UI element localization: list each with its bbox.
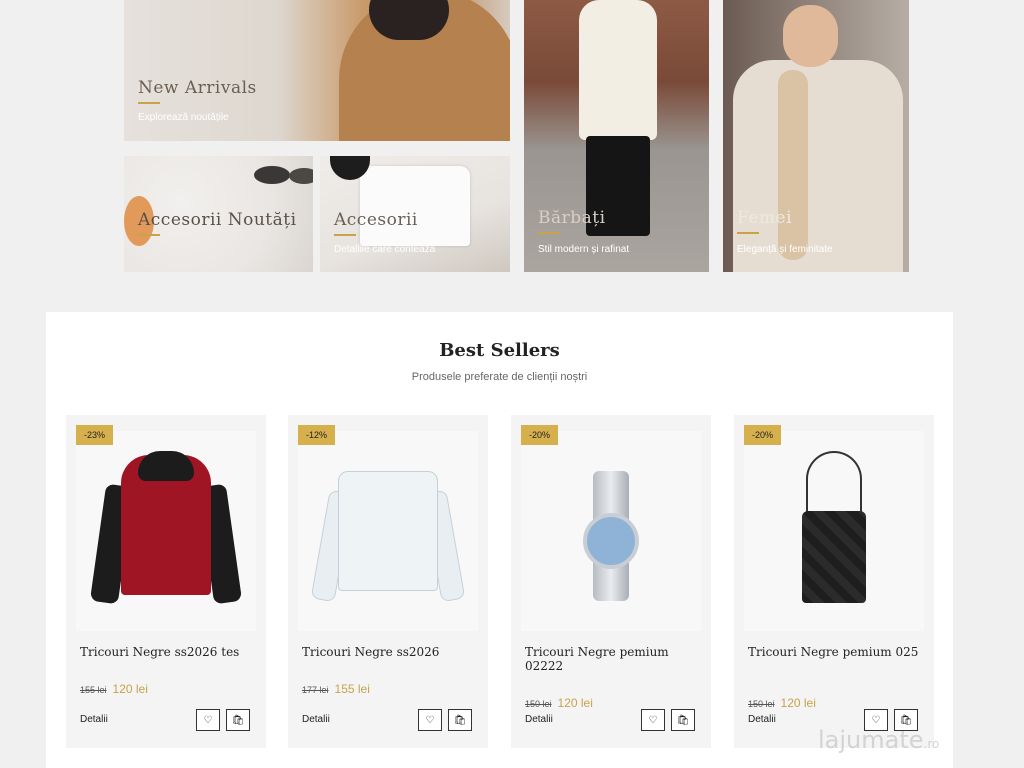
old-price: 150 lei <box>525 699 552 709</box>
tshirt-photo-shape <box>360 166 470 246</box>
watermark-suffix: .ro <box>923 737 940 751</box>
wishlist-button[interactable]: ♡ <box>641 709 665 731</box>
details-link[interactable]: Detalii <box>302 714 330 725</box>
title-underline <box>538 232 560 234</box>
title-underline <box>737 232 759 234</box>
discount-badge: -12% <box>298 425 336 445</box>
heart-icon: ♡ <box>203 714 213 726</box>
fur-trim-photo-shape <box>778 70 808 260</box>
model-face-photo-shape <box>783 5 838 67</box>
model-hair-shape <box>369 0 449 40</box>
wishlist-button[interactable]: ♡ <box>418 709 442 731</box>
category-tile-women[interactable]: Femei Eleganță și feminitate <box>723 0 909 272</box>
product-image[interactable] <box>298 431 478 631</box>
heart-icon: ♡ <box>425 714 435 726</box>
hoodie-hood-shape <box>138 451 194 481</box>
category-tile-accessories[interactable]: Accesorii Detaliile care contează <box>320 156 510 272</box>
discount-badge: -20% <box>521 425 559 445</box>
product-name[interactable]: Tricouri Negre pemium 02222 <box>525 645 703 673</box>
product-name[interactable]: Tricouri Negre ss2026 tes <box>80 645 258 659</box>
category-tile-new-arrivals[interactable]: New Arrivals Explorează noutățile <box>124 0 510 141</box>
product-image[interactable] <box>521 431 701 631</box>
category-subtitle: Stil modern și rafinat <box>538 244 630 255</box>
product-image[interactable] <box>744 431 924 631</box>
category-tile-accessories-new[interactable]: Accesorii Noutăți <box>124 156 313 272</box>
sunglasses-photo-shape <box>289 168 313 184</box>
category-title: Bărbați <box>538 208 606 228</box>
add-to-cart-button[interactable]: 🛍 <box>671 709 695 731</box>
product-card[interactable]: -23% Tricouri Negre ss2026 tes 155 lei 12… <box>66 415 266 748</box>
title-underline <box>334 234 356 236</box>
old-price: 150 lei <box>748 699 775 709</box>
product-card[interactable]: -20% Tricouri Negre pemium 025 150 lei 12… <box>734 415 934 748</box>
add-to-cart-button[interactable]: 🛍 <box>226 709 250 731</box>
product-image[interactable] <box>76 431 256 631</box>
heart-icon: ♡ <box>648 714 658 726</box>
category-title: Accesorii <box>334 210 418 230</box>
coat-photo-shape <box>733 60 903 272</box>
title-underline <box>138 234 160 236</box>
current-price: 120 lei <box>112 682 148 696</box>
details-link[interactable]: Detalii <box>525 714 553 725</box>
shopping-bag-icon: 🛍 <box>231 714 245 726</box>
category-title: Accesorii Noutăți <box>138 210 297 230</box>
category-tile-men[interactable]: Bărbați Stil modern și rafinat <box>524 0 709 272</box>
current-price: 155 lei <box>334 682 370 696</box>
section-title: Best Sellers <box>439 340 560 361</box>
shopping-bag-icon: 🛍 <box>676 714 690 726</box>
discount-badge: -20% <box>744 425 782 445</box>
old-price: 177 lei <box>302 685 329 695</box>
title-underline <box>138 102 160 104</box>
product-name[interactable]: Tricouri Negre pemium 025 <box>748 645 926 659</box>
shopping-bag-icon: 🛍 <box>899 714 913 726</box>
heart-icon: ♡ <box>871 714 881 726</box>
watermark-text: lajumate <box>818 726 924 754</box>
category-subtitle: Explorează noutățile <box>138 112 229 123</box>
product-card[interactable]: -12% Tricouri Negre ss2026 177 lei 155 le… <box>288 415 488 748</box>
category-title: New Arrivals <box>138 78 257 98</box>
product-prices: 150 lei 120 lei <box>748 694 816 712</box>
product-prices: 177 lei 155 lei <box>302 680 370 698</box>
best-sellers-section: Best Sellers Produsele preferate de clie… <box>46 312 953 768</box>
old-price: 155 lei <box>80 685 107 695</box>
product-prices: 150 lei 120 lei <box>525 694 593 712</box>
man-shirt-photo-shape <box>579 0 657 140</box>
wishlist-button[interactable]: ♡ <box>196 709 220 731</box>
watch-face-shape <box>583 513 639 569</box>
discount-badge: -23% <box>76 425 114 445</box>
add-to-cart-button[interactable]: 🛍 <box>448 709 472 731</box>
product-card[interactable]: -20% Tricouri Negre pemium 02222 150 lei… <box>511 415 711 748</box>
product-prices: 155 lei 120 lei <box>80 680 148 698</box>
current-price: 120 lei <box>780 696 816 710</box>
sunglasses-photo-shape <box>254 166 290 184</box>
details-link[interactable]: Detalii <box>80 714 108 725</box>
details-link[interactable]: Detalii <box>748 714 776 725</box>
category-subtitle: Eleganță și feminitate <box>737 244 833 255</box>
section-subtitle: Produsele preferate de clienții noștri <box>411 371 588 383</box>
category-title: Femei <box>737 208 793 228</box>
product-name[interactable]: Tricouri Negre ss2026 <box>302 645 480 659</box>
current-price: 120 lei <box>557 696 593 710</box>
watermark: lajumate.ro <box>818 726 939 754</box>
jacket-body-shape <box>338 471 438 591</box>
category-subtitle: Detaliile care contează <box>334 244 436 255</box>
bag-body-shape <box>802 511 866 603</box>
shopping-bag-icon: 🛍 <box>453 714 467 726</box>
